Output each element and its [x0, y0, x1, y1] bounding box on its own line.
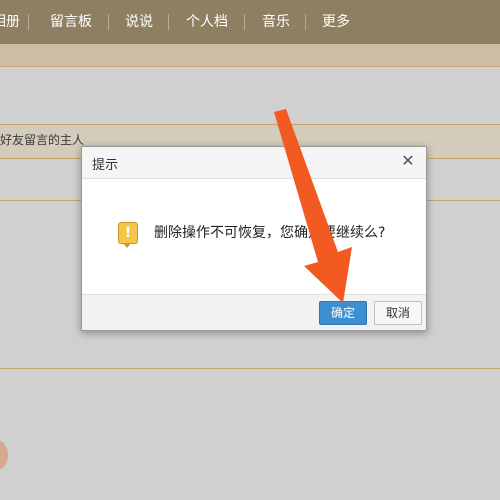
- nav-divider: [108, 14, 109, 30]
- nav-item-more[interactable]: 更多: [322, 0, 350, 44]
- dialog-title: 提示: [92, 158, 119, 173]
- dialog-header: 提示 ✕: [82, 147, 426, 179]
- exclamation-icon: !: [118, 222, 138, 248]
- nav-item-profile[interactable]: 个人档: [186, 0, 228, 44]
- nav-divider: [305, 14, 306, 30]
- nav-divider: [244, 14, 245, 30]
- top-nav: 相册 留言板 说说 个人档 音乐 更多: [0, 0, 500, 44]
- nav-item-music[interactable]: 音乐: [262, 0, 290, 44]
- confirm-dialog: 提示 ✕ ! 删除操作不可恢复，您确定要继续么? 确定 取消: [81, 146, 427, 331]
- dialog-footer: 确定 取消: [82, 294, 426, 330]
- nav-item-album[interactable]: 相册: [0, 0, 20, 44]
- divider-line: [0, 368, 500, 369]
- divider-line: [0, 66, 500, 67]
- dialog-message: 删除操作不可恢复，您确定要继续么?: [154, 225, 386, 241]
- confirm-button[interactable]: 确定: [319, 301, 367, 325]
- cancel-button[interactable]: 取消: [374, 301, 422, 325]
- notice-text: 好友留言的主人: [0, 133, 85, 147]
- divider-line: [0, 124, 500, 125]
- nav-item-guestbook[interactable]: 留言板: [50, 0, 92, 44]
- nav-divider: [168, 14, 169, 30]
- nav-item-shuoshuo[interactable]: 说说: [125, 0, 153, 44]
- close-icon[interactable]: ✕: [400, 153, 416, 169]
- nav-divider: [28, 14, 29, 30]
- sub-bar: [0, 44, 500, 66]
